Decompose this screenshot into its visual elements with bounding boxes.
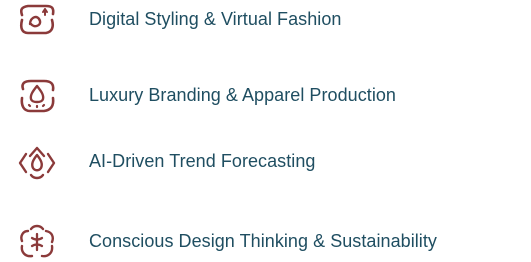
- services-list: Digital Styling & Virtual Fashion Luxury…: [0, 0, 531, 262]
- diamond-chevrons-icon: [16, 142, 58, 182]
- item-label: Digital Styling & Virtual Fashion: [89, 9, 342, 29]
- list-item: Luxury Branding & Apparel Production: [0, 76, 531, 116]
- list-item: Digital Styling & Virtual Fashion: [0, 0, 531, 40]
- item-label: Conscious Design Thinking & Sustainabili…: [89, 231, 437, 251]
- list-item: Conscious Design Thinking & Sustainabili…: [0, 222, 531, 262]
- sparkle-face-frame-icon: [16, 0, 58, 40]
- flower-cycle-icon: [16, 222, 58, 262]
- item-label: AI-Driven Trend Forecasting: [89, 151, 316, 171]
- item-label: Luxury Branding & Apparel Production: [89, 85, 396, 105]
- list-item: AI-Driven Trend Forecasting: [0, 142, 531, 182]
- droplet-frame-icon: [16, 76, 58, 116]
